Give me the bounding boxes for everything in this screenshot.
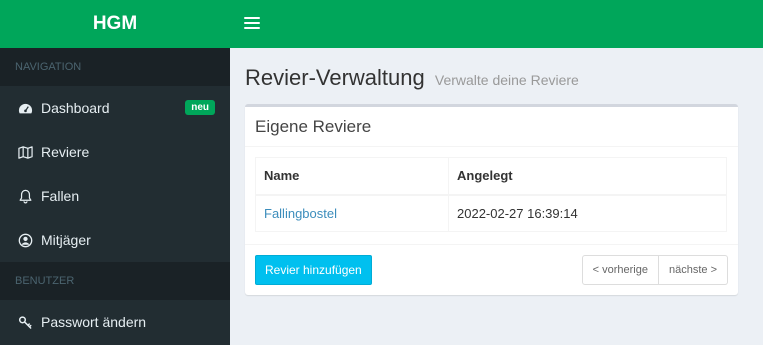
sidebar-item-label: Mitjäger bbox=[41, 232, 91, 248]
previous-page-button[interactable]: < vorherige bbox=[581, 255, 659, 285]
main-content: Revier-Verwaltung Verwalte deine Reviere… bbox=[230, 48, 763, 345]
table-row: Fallingbostel 2022-02-27 16:39:14 bbox=[255, 194, 727, 232]
table-cell-created: 2022-02-27 16:39:14 bbox=[448, 194, 727, 232]
sidebar-item-label: Passwort ändern bbox=[41, 314, 147, 330]
page-title: Revier-Verwaltung Verwalte deine Reviere bbox=[245, 65, 579, 91]
column-header-name: Name bbox=[255, 157, 449, 196]
sidebar-header-benutzer: BENUTZER bbox=[0, 262, 230, 300]
logo[interactable]: HGM bbox=[0, 0, 230, 48]
sidebar-item-mitjaeger[interactable]: Mitjäger bbox=[0, 218, 230, 262]
user-circle-icon bbox=[17, 232, 33, 248]
page-subtitle: Verwalte deine Reviere bbox=[434, 72, 579, 88]
sidebar-item-reviere[interactable]: Reviere bbox=[0, 130, 230, 174]
page-title-text: Revier-Verwaltung bbox=[245, 65, 425, 90]
column-header-angelegt: Angelegt bbox=[448, 157, 727, 196]
revier-link[interactable]: Fallingbostel bbox=[264, 206, 337, 221]
top-navbar bbox=[230, 0, 763, 48]
add-revier-button[interactable]: Revier hinzufügen bbox=[255, 255, 372, 285]
sidebar-item-passwort[interactable]: Passwort ändern bbox=[0, 300, 230, 344]
box-title: Eigene Reviere bbox=[245, 107, 738, 147]
sidebar-item-label: Fallen bbox=[41, 188, 80, 204]
sidebar-item-dashboard[interactable]: Dashboard neu bbox=[0, 86, 230, 130]
sidebar: HGM NAVIGATION Dashboard neu Reviere Fal… bbox=[0, 0, 230, 345]
table-header-row: Name Angelegt bbox=[255, 157, 727, 196]
dashboard-icon bbox=[17, 100, 33, 116]
bell-icon bbox=[17, 188, 33, 204]
menu-toggle-icon[interactable] bbox=[244, 16, 260, 30]
reviere-table: Name Angelegt Fallingbostel 2022-02-27 1… bbox=[255, 157, 727, 232]
box-body: Name Angelegt Fallingbostel 2022-02-27 1… bbox=[245, 147, 738, 242]
reviere-box: Eigene Reviere Name Angelegt Fallingbost… bbox=[245, 104, 738, 295]
sidebar-item-fallen[interactable]: Fallen bbox=[0, 174, 230, 218]
sidebar-item-label: Dashboard bbox=[41, 100, 110, 116]
key-icon bbox=[17, 314, 33, 330]
sidebar-header-navigation: NAVIGATION bbox=[0, 48, 230, 86]
sidebar-item-label: Reviere bbox=[41, 144, 90, 160]
box-footer: Revier hinzufügen < vorherige nächste > bbox=[245, 244, 738, 295]
pagination: < vorherige nächste > bbox=[581, 255, 728, 285]
new-badge: neu bbox=[185, 100, 215, 115]
table-cell-name: Fallingbostel bbox=[255, 194, 449, 232]
map-icon bbox=[17, 144, 33, 160]
next-page-button[interactable]: nächste > bbox=[658, 255, 728, 285]
